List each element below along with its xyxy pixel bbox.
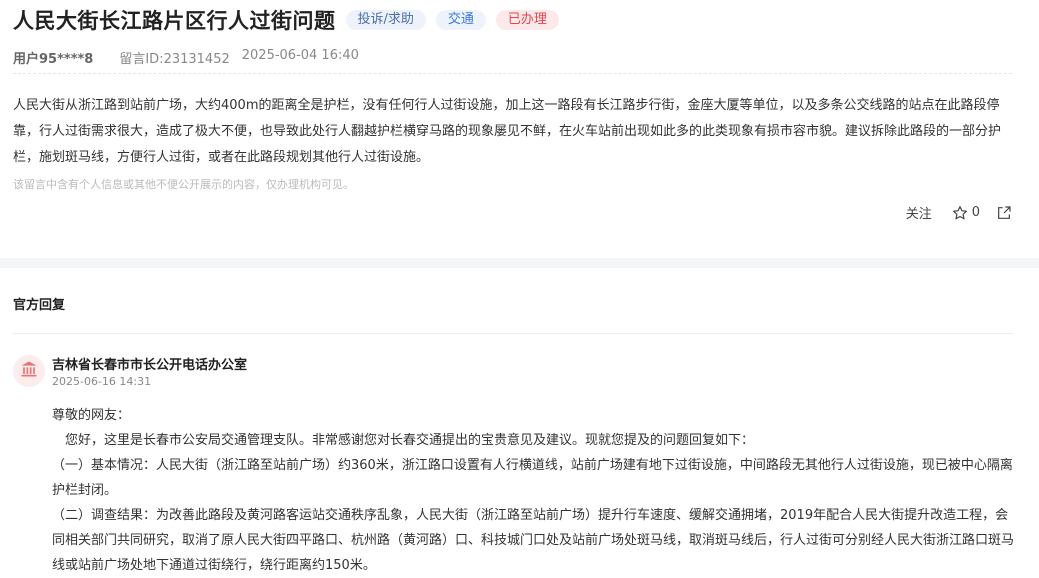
reply-section-title: 官方回复 <box>13 298 66 313</box>
government-building-icon <box>19 359 39 383</box>
divider <box>13 73 1012 74</box>
message-id: 留言ID:23131452 <box>119 52 230 67</box>
area-tag: 交通 <box>435 10 486 30</box>
action-bar: 关注 0 <box>906 203 1012 222</box>
status-badge: 已办理 <box>495 10 559 30</box>
post-meta: 用户95****8 留言ID:23131452 2025-06-04 16:40 <box>13 48 359 67</box>
org-name: 吉林省长春市市长公开电话办公室 <box>52 358 248 373</box>
post-datetime: 2025-06-04 16:40 <box>241 48 359 63</box>
reply-content: 尊敬的网友： 您好，这里是长春市公安局交通管理支队。非常感谢您对长春交通提出的宝… <box>52 403 1014 578</box>
reply-paragraph: （二）调查结果：为改善此路段及黄河路客运站交通秩序乱象，人民大街（浙江路至站前广… <box>52 508 1015 573</box>
share-icon[interactable] <box>996 205 1012 221</box>
message-section: 人民大街长江路片区行人过街问题 投诉/求助 交通 已办理 用户95****8 留… <box>0 0 1039 258</box>
section-separator <box>0 258 1039 268</box>
star-outline-icon <box>952 205 968 221</box>
message-content: 人民大街从浙江路到站前广场，大约400m的距离全是护栏，没有任何行人过街设施，加… <box>13 98 1002 165</box>
divider <box>13 333 1013 334</box>
follow-button[interactable]: 关注 <box>906 203 932 222</box>
message-detail-page: 人民大街长江路片区行人过街问题 投诉/求助 交通 已办理 用户95****8 留… <box>0 0 1039 573</box>
category-tag: 投诉/求助 <box>345 10 426 30</box>
title-row: 人民大街长江路片区行人过街问题 投诉/求助 交通 已办理 <box>13 5 559 35</box>
star-button[interactable]: 0 <box>952 205 980 221</box>
page-title: 人民大街长江路片区行人过街问题 <box>13 9 336 33</box>
reply-datetime: 2025-06-16 14:31 <box>52 375 152 388</box>
reply-greeting: 尊敬的网友： <box>52 408 131 423</box>
star-count: 0 <box>971 205 980 220</box>
reply-paragraph: （一）基本情况：人民大街（浙江路至站前广场）约360米，浙江路口设置有人行横道线… <box>52 458 1013 498</box>
privacy-notice: 该留言中含有个人信息或其他不便公开展示的内容，仅办理机构可见。 <box>13 178 354 191</box>
user-name: 用户95****8 <box>13 52 94 67</box>
reply-paragraph: 您好，这里是长春市公安局交通管理支队。非常感谢您对长春交通提出的宝贵意见及建议。… <box>65 433 755 448</box>
avatar <box>13 355 45 387</box>
